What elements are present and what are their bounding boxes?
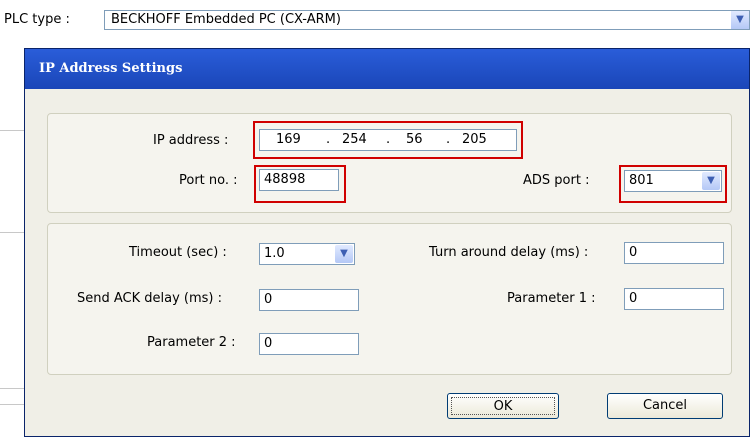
turn-around-delay-label: Turn around delay (ms) : [429, 245, 589, 260]
port-no-input[interactable]: 48898 [259, 169, 339, 191]
background-divider [0, 232, 24, 233]
ip-separator: . [386, 132, 391, 147]
dialog-title: IP Address Settings [39, 61, 183, 76]
ads-port-value: 801 [629, 173, 654, 188]
chevron-down-icon[interactable]: ▼ [702, 172, 720, 190]
background-divider [0, 404, 24, 405]
ip-octet-2[interactable]: 254 [342, 130, 367, 150]
parameter-1-label: Parameter 1 : [507, 291, 596, 306]
send-ack-delay-input[interactable]: 0 [259, 289, 359, 311]
parameter-2-label: Parameter 2 : [147, 335, 236, 350]
plc-type-label: PLC type : [4, 12, 70, 27]
dialog-title-bar[interactable]: IP Address Settings [25, 49, 749, 89]
ip-address-settings-dialog: IP Address Settings IP address : 169 . 2… [24, 48, 750, 437]
ads-port-select[interactable]: 801 ▼ [624, 170, 722, 192]
send-ack-delay-label: Send ACK delay (ms) : [77, 291, 223, 306]
ip-separator: . [446, 132, 451, 147]
ip-address-label: IP address : [153, 133, 229, 148]
ads-port-label: ADS port : [523, 173, 590, 188]
parameter-1-input[interactable]: 0 [624, 288, 724, 310]
plc-type-row: PLC type : BECKHOFF Embedded PC (CX-ARM)… [0, 10, 752, 32]
ip-octet-3[interactable]: 56 [406, 130, 423, 150]
plc-type-select[interactable]: BECKHOFF Embedded PC (CX-ARM) ▼ [104, 10, 750, 30]
ip-octet-4[interactable]: 205 [462, 130, 487, 150]
parameter-2-input[interactable]: 0 [259, 333, 359, 355]
ip-octet-1[interactable]: 169 [276, 130, 301, 150]
turn-around-delay-input[interactable]: 0 [624, 242, 724, 264]
ip-separator: . [326, 132, 331, 147]
ip-address-input[interactable]: 169 . 254 . 56 . 205 [259, 129, 517, 151]
ok-button-label: OK [451, 397, 555, 415]
port-no-label: Port no. : [179, 173, 238, 188]
background-divider [0, 388, 24, 389]
chevron-down-icon[interactable]: ▼ [731, 11, 749, 29]
timeout-select[interactable]: 1.0 ▼ [259, 243, 355, 265]
timeout-label: Timeout (sec) : [129, 245, 227, 260]
background-divider [0, 130, 24, 131]
chevron-down-icon[interactable]: ▼ [335, 245, 353, 263]
ok-button[interactable]: OK [447, 393, 559, 419]
plc-type-value: BECKHOFF Embedded PC (CX-ARM) [111, 12, 341, 27]
cancel-button[interactable]: Cancel [607, 393, 723, 419]
timeout-value: 1.0 [264, 246, 285, 261]
